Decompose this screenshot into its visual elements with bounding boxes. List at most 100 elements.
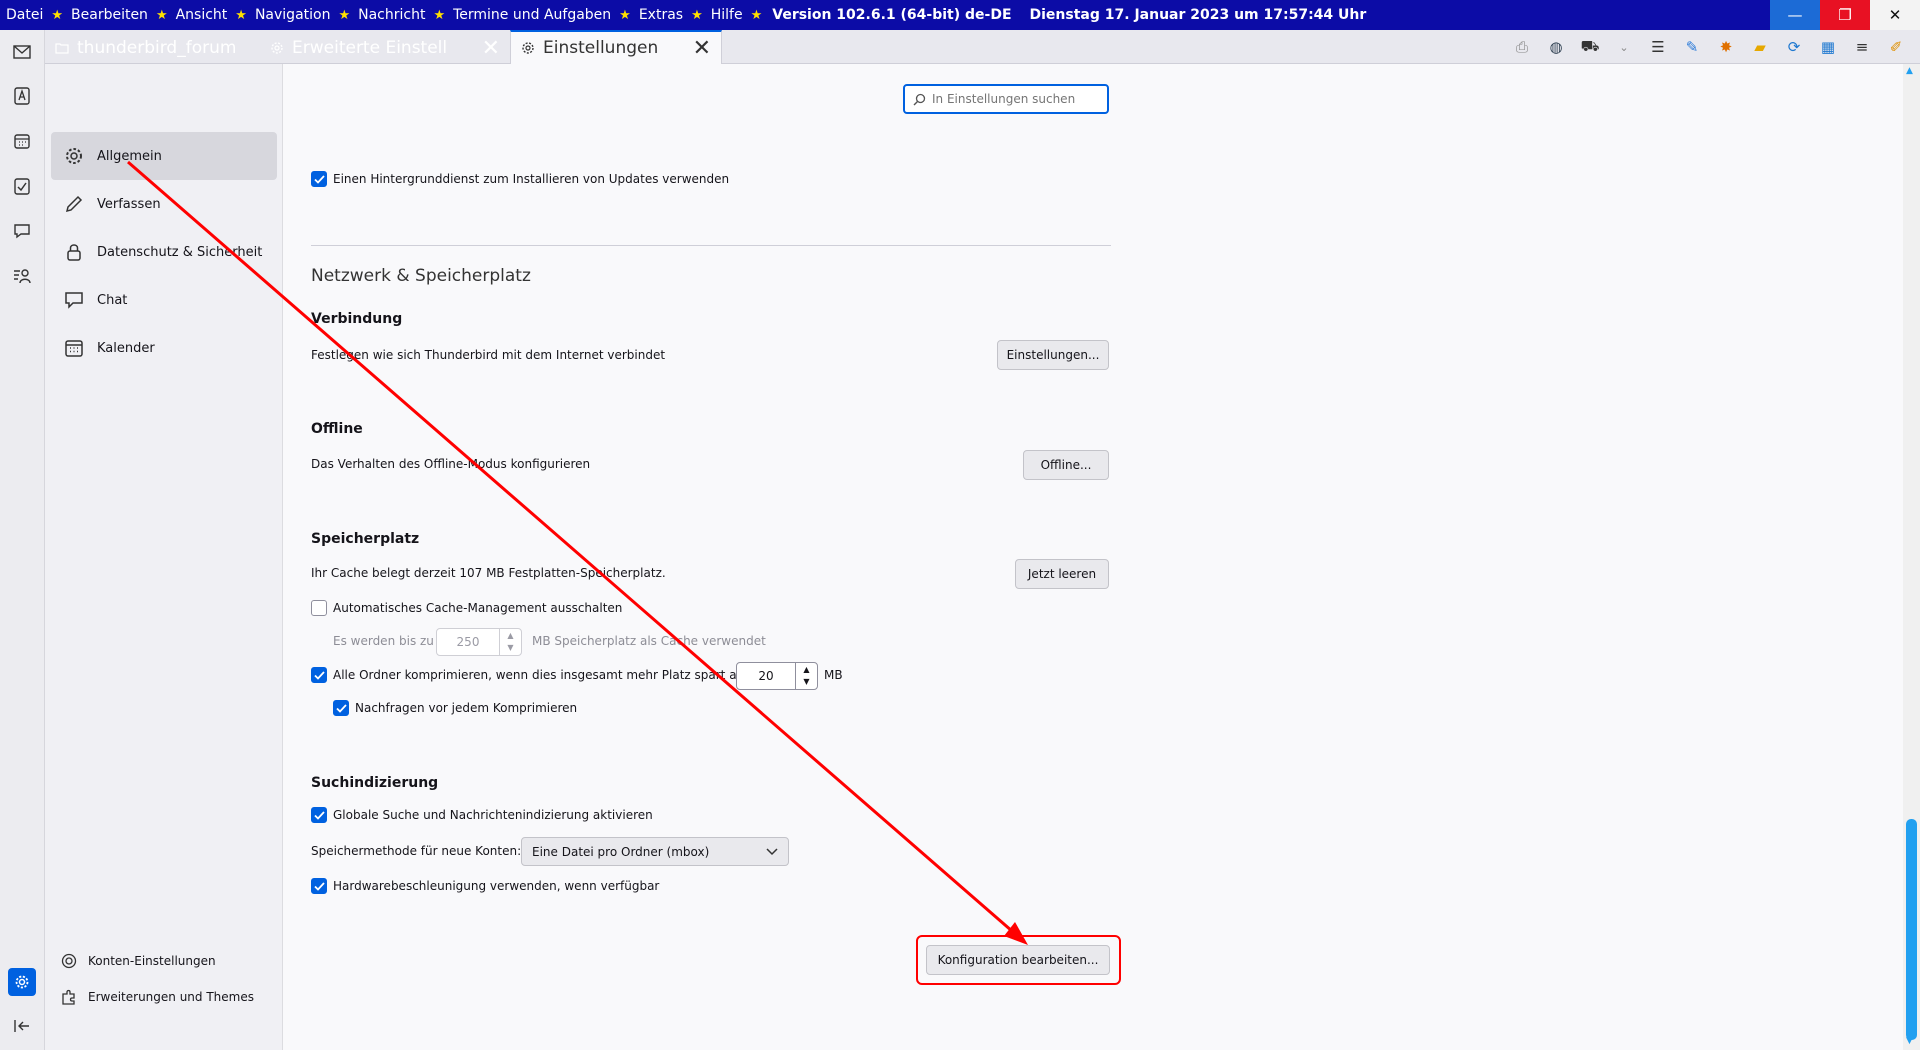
cache-limit-stepper[interactable]: 250 ▲ ▼: [436, 628, 522, 656]
menu-extras[interactable]: Extras: [639, 7, 683, 23]
pencil-icon: [65, 195, 83, 213]
star-separator: ★: [235, 7, 247, 23]
print-icon[interactable]: ⎙: [1512, 37, 1532, 57]
account-icon: [61, 953, 77, 969]
compact-threshold-stepper[interactable]: 20 ▲ ▼: [736, 662, 818, 690]
addon-toolbar: ⎙ ◍ ⛟ ⌄ ☰ ✎ ✸ ▰ ⟳ ▦ ≡ ✐: [1512, 30, 1920, 64]
compact-folders-checkbox[interactable]: [311, 667, 327, 683]
contacts-space-button[interactable]: [8, 262, 36, 290]
updates-service-checkbox[interactable]: [311, 171, 327, 187]
minimize-button[interactable]: —: [1770, 0, 1820, 30]
search-indexing-heading: Suchindizierung: [311, 775, 439, 791]
content-scrollbar[interactable]: ▲ ▼: [1903, 64, 1920, 1050]
addons-themes-link[interactable]: Erweiterungen und Themes: [60, 982, 254, 1012]
window-controls: — ❐ ✕: [1770, 0, 1920, 30]
category-general[interactable]: Allgemein: [51, 132, 277, 180]
tab-label: thunderbird_forum: [77, 38, 237, 58]
contacts-icon: [14, 269, 31, 284]
menu-bar: Datei ★ Bearbeiten ★ Ansicht ★ Navigation ★ …: [0, 7, 1366, 23]
restore-button[interactable]: ❐: [1820, 0, 1870, 30]
hw-accel-checkbox[interactable]: [311, 878, 327, 894]
chevron-down-icon[interactable]: ⌄: [1614, 37, 1634, 57]
calendar-addon-icon[interactable]: ▦: [1818, 37, 1838, 57]
account-settings-link[interactable]: Konten-Einstellungen: [60, 946, 216, 976]
category-chat[interactable]: Chat: [51, 276, 277, 324]
tab-label: Einstellungen: [543, 38, 659, 58]
clear-cache-button[interactable]: Jetzt leeren: [1015, 559, 1109, 589]
close-icon: ✕: [1888, 6, 1902, 24]
star-separator: ★: [619, 7, 631, 23]
tab-thunderbird-forum[interactable]: thunderbird_forum: [45, 32, 260, 64]
close-icon[interactable]: ✕: [693, 36, 711, 61]
spaces-toolbar: [0, 30, 45, 1050]
close-icon[interactable]: ✕: [482, 36, 500, 61]
compose-icon[interactable]: ✐: [1886, 37, 1906, 57]
gear-icon: [522, 42, 534, 54]
address-book-icon: [14, 87, 30, 105]
chevron-down-icon: [766, 847, 778, 855]
chat-space-button[interactable]: [8, 217, 36, 245]
datetime-label: Dienstag 17. Januar 2023 um 17:57:44 Uhr: [1029, 7, 1367, 23]
category-compose[interactable]: Verfassen: [51, 180, 277, 228]
tab-bar: thunderbird_forum Erweiterte Einstell ✕ …: [45, 30, 1920, 64]
mail-space-button[interactable]: [8, 38, 36, 66]
compact-folders-label: Alle Ordner komprimieren, wenn dies insg…: [333, 668, 747, 682]
settings-search-box[interactable]: [903, 84, 1109, 114]
settings-content: Einen Hintergrunddienst zum Installieren…: [283, 64, 1903, 1050]
star-separator: ★: [338, 7, 351, 23]
settings-search-input[interactable]: [932, 92, 1102, 106]
menu-termine[interactable]: Termine und Aufgaben: [453, 7, 611, 23]
menu-datei[interactable]: Datei: [6, 7, 43, 23]
spinner-arrows-icon[interactable]: ▲ ▼: [499, 629, 521, 655]
menu-navigation[interactable]: Navigation: [255, 7, 331, 23]
sync-icon[interactable]: ⟳: [1784, 37, 1804, 57]
hw-accel-label: Hardwarebeschleunigung verwenden, wenn v…: [333, 879, 660, 893]
storage-heading: Speicherplatz: [311, 531, 420, 547]
fox-icon[interactable]: ✸: [1716, 37, 1736, 57]
tab-settings[interactable]: Einstellungen ✕: [510, 30, 722, 64]
contacts-list-icon[interactable]: ☰: [1648, 37, 1668, 57]
close-window-button[interactable]: ✕: [1870, 0, 1920, 30]
config-editor-button[interactable]: Konfiguration bearbeiten...: [926, 945, 1110, 975]
chat-icon: [65, 292, 83, 309]
calendar-icon: [65, 340, 83, 357]
tasks-icon: [14, 178, 30, 195]
scrollbar-thumb[interactable]: [1906, 819, 1917, 1040]
compact-ask-checkbox[interactable]: [333, 700, 349, 716]
settings-space-button[interactable]: [8, 968, 36, 996]
global-search-checkbox[interactable]: [311, 807, 327, 823]
category-label: Allgemein: [97, 148, 162, 164]
cache-limit-value: 250: [456, 635, 480, 649]
menu-hilfe[interactable]: Hilfe: [711, 7, 743, 23]
menu-ansicht[interactable]: Ansicht: [176, 7, 228, 23]
category-privacy[interactable]: Datenschutz & Sicherheit: [51, 228, 277, 276]
tab-label: Erweiterte Einstell: [292, 38, 448, 58]
calendar-space-button[interactable]: [8, 127, 36, 155]
connection-description: Festlegen wie sich Thunderbird mit dem I…: [311, 348, 666, 362]
globe-icon[interactable]: ◍: [1546, 37, 1566, 57]
offline-settings-button[interactable]: Offline...: [1023, 450, 1109, 480]
minimize-icon: —: [1787, 6, 1803, 24]
lock-icon: [67, 244, 81, 261]
hamburger-menu-icon[interactable]: ≡: [1852, 37, 1872, 57]
store-type-select[interactable]: Eine Datei pro Ordner (mbox): [521, 837, 789, 866]
car-icon[interactable]: ⛟: [1580, 37, 1600, 57]
menu-nachricht[interactable]: Nachricht: [358, 7, 425, 23]
spinner-arrows-icon[interactable]: ▲ ▼: [795, 663, 817, 689]
gear-icon: [271, 42, 283, 54]
folder-star-icon[interactable]: ▰: [1750, 37, 1770, 57]
tasks-space-button[interactable]: [8, 172, 36, 200]
cache-limit-prefix: Es werden bis zu: [333, 634, 434, 648]
cache-override-checkbox[interactable]: [311, 600, 327, 616]
tab-advanced-settings[interactable]: Erweiterte Einstell ✕: [260, 32, 510, 64]
address-book-space-button[interactable]: [8, 82, 36, 110]
collapse-spaces-button[interactable]: [8, 1012, 36, 1040]
wrench-icon[interactable]: ✎: [1682, 37, 1702, 57]
category-label: Datenschutz & Sicherheit: [97, 244, 263, 260]
category-calendar[interactable]: Kalender: [51, 324, 277, 372]
menu-bearbeiten[interactable]: Bearbeiten: [71, 7, 148, 23]
scroll-up-icon[interactable]: ▲: [1906, 66, 1913, 76]
scroll-down-icon[interactable]: ▼: [1906, 1036, 1913, 1046]
search-icon: [913, 93, 926, 105]
connection-settings-button[interactable]: Einstellungen...: [997, 340, 1109, 370]
